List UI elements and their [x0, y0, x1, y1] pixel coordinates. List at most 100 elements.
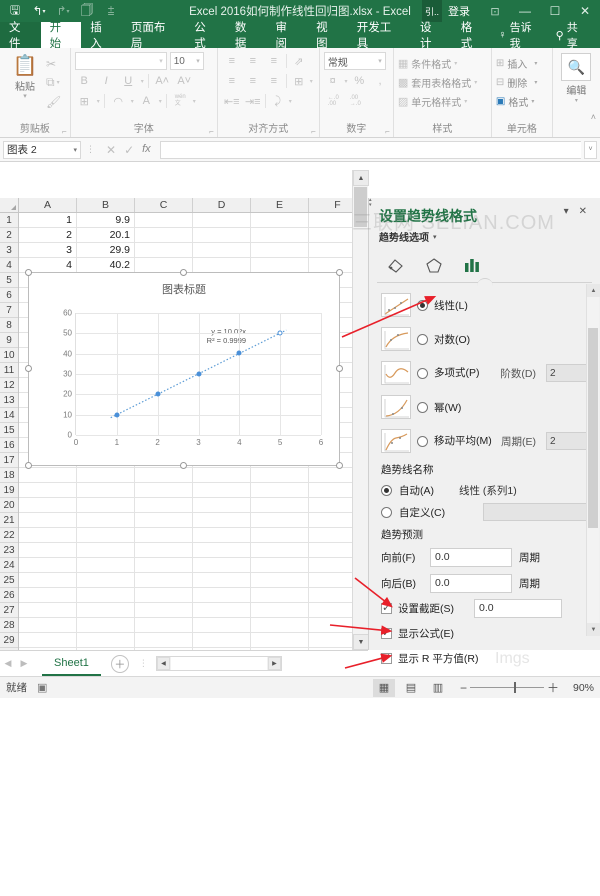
pane-scroll-up-icon[interactable]: ▲ [587, 284, 600, 297]
find-select-icon[interactable]: 🔍 [561, 53, 591, 81]
redo-icon[interactable]: ↱▾ [52, 1, 74, 21]
formula-input[interactable] [160, 141, 581, 159]
cell-A2[interactable]: 2 [19, 228, 77, 243]
expand-formula-bar-icon[interactable]: ˅ [584, 141, 597, 159]
row-header-22[interactable]: 22 [0, 528, 18, 543]
cell-B25[interactable] [77, 573, 135, 588]
cell-D2[interactable] [193, 228, 251, 243]
cell-C27[interactable] [135, 603, 193, 618]
cell-E27[interactable] [251, 603, 309, 618]
cell-C22[interactable] [135, 528, 193, 543]
percent-style-icon[interactable]: % [350, 73, 368, 90]
cell-A25[interactable] [19, 573, 77, 588]
tab-review[interactable]: 审阅 [266, 22, 307, 48]
cell-C29[interactable] [135, 633, 193, 648]
cell-A29[interactable] [19, 633, 77, 648]
tab-format[interactable]: 格式 [452, 22, 493, 48]
resize-handle-sw[interactable] [25, 462, 32, 469]
pane-subtitle[interactable]: 趋势线选项 ▾ [369, 228, 600, 248]
trendline-option-power[interactable]: 幂(W) [381, 390, 588, 424]
align-bottom-icon[interactable]: ≡ [264, 53, 284, 70]
cell-E22[interactable] [251, 528, 309, 543]
cell-B27[interactable] [77, 603, 135, 618]
sign-in-button[interactable]: 登录 [442, 3, 480, 19]
zoom-out-button[interactable]: − [460, 681, 467, 695]
cell-C25[interactable] [135, 573, 193, 588]
bold-button[interactable]: B [75, 73, 94, 90]
alignment-dialog-launcher[interactable]: ⌐ [311, 127, 316, 136]
linear-radio[interactable] [417, 300, 428, 311]
vertical-scrollbar[interactable]: ▲ ▼ [352, 170, 368, 650]
cell-A1[interactable]: 1 [19, 213, 77, 228]
print-preview-icon[interactable]: 🗍 [76, 1, 98, 21]
cell-B22[interactable] [77, 528, 135, 543]
cell-B1[interactable]: 9.9 [77, 213, 135, 228]
cell-E2[interactable] [251, 228, 309, 243]
row-header-11[interactable]: 11 [0, 363, 18, 378]
cell-A26[interactable] [19, 588, 77, 603]
zoom-knob[interactable] [514, 682, 516, 693]
borders-caret-icon[interactable]: ▾ [97, 98, 100, 105]
row-header-21[interactable]: 21 [0, 513, 18, 528]
font-size-input[interactable]: 10▾ [170, 52, 204, 70]
row-header-1[interactable]: 1 [0, 213, 18, 228]
tab-home[interactable]: 开始 [41, 22, 82, 48]
resize-handle-w[interactable] [25, 365, 32, 372]
prev-sheet-icon[interactable]: ◀ [0, 658, 16, 669]
polynomial-order-spinner[interactable]: 2 ▴▾ [546, 364, 588, 382]
tab-page-layout[interactable]: 页面布局 [122, 22, 185, 48]
cell-D24[interactable] [193, 558, 251, 573]
row-header-8[interactable]: 8 [0, 318, 18, 333]
align-right-icon[interactable]: ≡ [264, 73, 284, 90]
cell-D4[interactable] [193, 258, 251, 273]
undo-icon[interactable]: ↰▾ [28, 1, 50, 21]
trendline-name-custom-radio[interactable] [381, 507, 392, 518]
trendline-name-auto-radio[interactable] [381, 485, 392, 496]
polynomial-radio[interactable] [417, 368, 428, 379]
cell-E25[interactable] [251, 573, 309, 588]
comma-style-icon[interactable]: , [371, 73, 389, 90]
customize-qat-icon[interactable]: ⩲ [100, 1, 122, 21]
cell-A3[interactable]: 3 [19, 243, 77, 258]
merge-caret-icon[interactable]: ▾ [310, 78, 313, 85]
cell-A22[interactable] [19, 528, 77, 543]
column-header-a[interactable]: A [19, 198, 77, 212]
row-header-27[interactable]: 27 [0, 603, 18, 618]
cell-E1[interactable] [251, 213, 309, 228]
moving-average-period-spinner[interactable]: 2 ▴▾ [546, 432, 588, 450]
cell-D18[interactable] [193, 468, 251, 483]
row-header-29[interactable]: 29 [0, 633, 18, 648]
tab-file[interactable]: 文件 [0, 22, 41, 48]
tab-data[interactable]: 数据 [226, 22, 267, 48]
horizontal-scrollbar[interactable]: ◀ ▶ [156, 656, 282, 671]
tab-developer[interactable]: 开发工具 [348, 22, 411, 48]
copy-caret-icon[interactable]: ▾ [57, 79, 60, 86]
display-equation-checkbox[interactable] [381, 628, 392, 639]
cell-A19[interactable] [19, 483, 77, 498]
cell-C1[interactable] [135, 213, 193, 228]
cell-D25[interactable] [193, 573, 251, 588]
set-intercept-input[interactable]: 0.0 [474, 599, 562, 618]
cell-D27[interactable] [193, 603, 251, 618]
resize-handle-ne[interactable] [336, 269, 343, 276]
align-left-icon[interactable]: ≡ [222, 73, 242, 90]
cell-C23[interactable] [135, 543, 193, 558]
tab-insert[interactable]: 插入 [81, 22, 122, 48]
logarithmic-radio[interactable] [417, 334, 428, 345]
underline-button[interactable]: U [119, 73, 138, 90]
currency-caret-icon[interactable]: ▾ [344, 78, 347, 85]
insert-function-icon[interactable]: fx [142, 143, 151, 157]
scroll-left-icon[interactable]: ◀ [157, 657, 170, 670]
row-header-28[interactable]: 28 [0, 618, 18, 633]
data-point[interactable] [114, 412, 119, 417]
currency-icon[interactable]: ¤ [324, 73, 342, 90]
cell-C2[interactable] [135, 228, 193, 243]
display-r-squared-row[interactable]: 显示 R 平方值(R) [369, 646, 600, 671]
fill-color-caret-icon[interactable]: ▾ [131, 98, 134, 105]
borders-icon[interactable]: ⊞ [75, 93, 94, 110]
cell-D1[interactable] [193, 213, 251, 228]
increase-decimal-icon[interactable]: ←.0.00 [324, 93, 343, 110]
conditional-formatting-button[interactable]: ▦条件格式▾ [398, 54, 487, 73]
cell-E21[interactable] [251, 513, 309, 528]
row-header-19[interactable]: 19 [0, 483, 18, 498]
